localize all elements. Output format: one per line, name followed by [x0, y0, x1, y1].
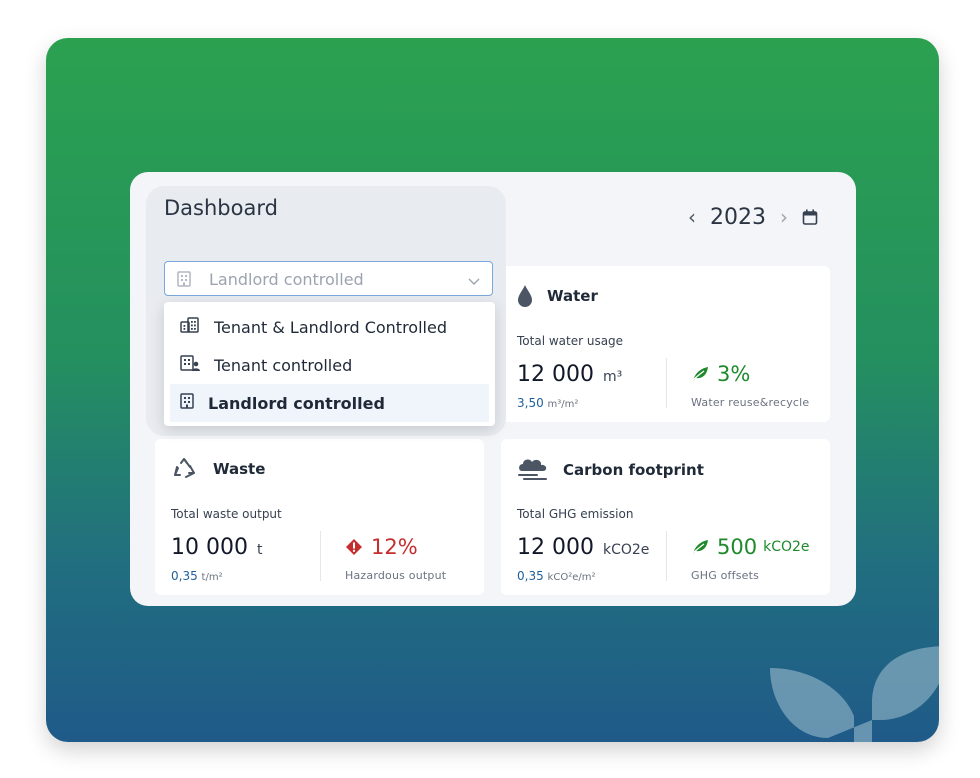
divider — [320, 531, 321, 581]
waste-kpi-caption: Hazardous output — [345, 569, 447, 582]
leaf-icon — [691, 367, 708, 382]
control-type-menu: Tenant & Landlord Controlled Tenant cont… — [164, 302, 495, 426]
option-tenant[interactable]: Tenant controlled — [164, 346, 495, 384]
carbon-title: Carbon footprint — [563, 461, 704, 479]
option-landlord[interactable]: Landlord controlled — [170, 384, 489, 422]
water-kpi-caption: Water reuse&recycle — [691, 396, 810, 409]
carbon-kpi: 500 kCO2e — [691, 535, 810, 559]
water-intensity: 3,50 m³/m² — [517, 396, 579, 410]
warning-icon — [346, 539, 362, 555]
recycle-icon — [174, 458, 195, 478]
divider — [666, 531, 667, 581]
carbon-value: 12 000 kCO2e — [517, 535, 650, 560]
cloud-emission-icon — [518, 459, 547, 480]
waste-value: 10 000 t — [171, 535, 263, 560]
page-title: Dashboard — [164, 196, 278, 220]
water-value: 12 000 m³ — [517, 362, 623, 387]
sprout-logo-icon — [770, 646, 939, 742]
water-kpi: 3% — [691, 362, 750, 386]
building-icon — [180, 393, 194, 413]
carbon-subtitle: Total GHG emission — [517, 507, 634, 521]
option-tenant-landlord[interactable]: Tenant & Landlord Controlled — [164, 308, 495, 346]
building-icon — [177, 271, 191, 291]
waste-card: Waste Total waste output 10 000 t 0,35 t… — [155, 439, 484, 595]
carbon-intensity: 0,35 kCO²e/m² — [517, 569, 596, 583]
control-type-select[interactable]: Landlord controlled — [164, 261, 493, 296]
water-subtitle: Total water usage — [517, 334, 624, 348]
waste-intensity: 0,35 t/m² — [171, 569, 223, 583]
waste-title: Waste — [213, 460, 266, 478]
calendar-icon[interactable] — [802, 209, 818, 225]
water-title: Water — [547, 287, 598, 305]
chevron-left-icon[interactable]: ‹ — [684, 205, 700, 229]
building-person-icon — [180, 355, 200, 375]
water-drop-icon — [518, 285, 532, 307]
divider — [666, 358, 667, 408]
water-card: Water Total water usage 12 000 m³ 3,50 m… — [501, 266, 830, 422]
year-navigator: ‹ 2023 › — [684, 202, 818, 232]
year-label: 2023 — [710, 204, 766, 230]
buildings-icon — [180, 317, 200, 337]
carbon-kpi-caption: GHG offsets — [691, 569, 760, 582]
chevron-down-icon — [468, 272, 480, 291]
leaf-icon — [691, 540, 708, 555]
select-value: Landlord controlled — [209, 270, 364, 289]
chevron-right-icon[interactable]: › — [776, 205, 792, 229]
waste-subtitle: Total waste output — [171, 507, 282, 521]
carbon-card: Carbon footprint Total GHG emission 12 0… — [501, 439, 830, 595]
waste-kpi: 12% — [345, 535, 418, 559]
